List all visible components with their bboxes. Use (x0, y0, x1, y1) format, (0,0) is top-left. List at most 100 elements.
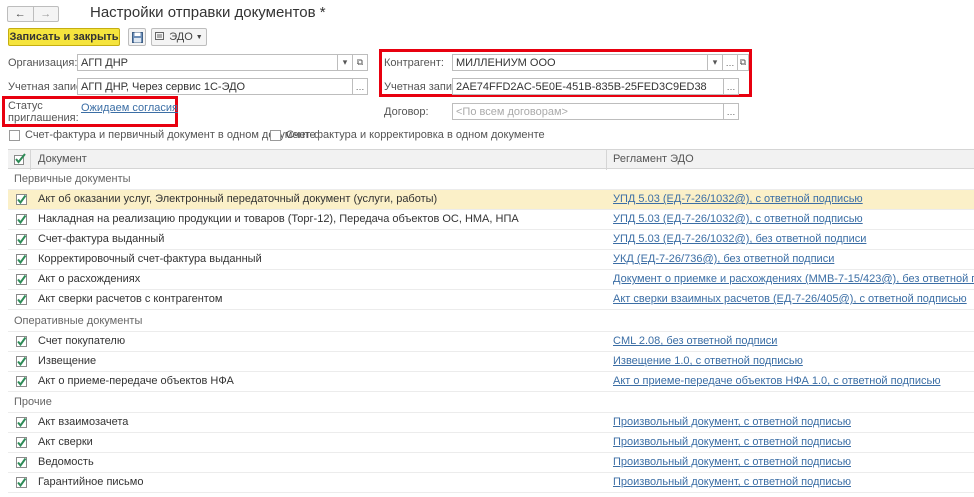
counterparty-dropdown-button[interactable]: ▾ (707, 54, 723, 71)
regulation-link[interactable]: Акт о приеме-передаче объектов НФА 1.0, … (613, 375, 940, 387)
checkbox-checked-icon[interactable] (16, 437, 27, 448)
checkbox-checked-icon[interactable] (16, 336, 27, 347)
table-row[interactable]: Извещение Извещение 1.0, с ответной подп… (8, 352, 974, 372)
invoice-primary-checkbox[interactable] (9, 129, 20, 141)
contract-select-button[interactable]: … (723, 103, 739, 120)
document-name: Гарантийное письмо (38, 476, 144, 488)
checkbox-checked-icon[interactable] (16, 457, 27, 468)
invoice-correction-label: Счет-фактура и корректировка в одном док… (286, 129, 545, 141)
document-name: Ведомость (38, 456, 94, 468)
regulation-link[interactable]: УПД 5.03 (ЕД-7-26/1032@), без ответной п… (613, 233, 866, 245)
open-link-icon: ⧉ (739, 57, 747, 67)
cp-account-select-button[interactable]: … (723, 78, 739, 95)
save-button[interactable] (128, 28, 146, 46)
document-name: Извещение (38, 355, 97, 367)
invoice-correction-option[interactable]: Счет-фактура и корректировка в одном док… (270, 129, 545, 141)
status-link[interactable]: Ожидаем согласия (81, 102, 178, 114)
regulation-link[interactable]: Произвольный документ, с ответной подпис… (613, 416, 851, 428)
table-row[interactable]: Акт сверки Произвольный документ, с отве… (8, 433, 974, 453)
table-row[interactable]: Акт о расхождениях Документ о приемке и … (8, 270, 974, 290)
column-document[interactable]: Документ (38, 153, 87, 165)
group-other-label: Прочие (14, 396, 52, 408)
document-name: Корректировочный счет-фактура выданный (38, 253, 262, 265)
dropdown-arrow-icon: ▼ (195, 33, 203, 41)
edo-menu-button[interactable]: ЭДО ▼ (151, 28, 207, 46)
document-name: Акт взаимозачета (38, 416, 129, 428)
regulation-link[interactable]: CML 2.08, без ответной подписи (613, 335, 777, 347)
table-row[interactable]: Акт сверки расчетов с контрагентом Акт с… (8, 290, 974, 310)
regulation-link[interactable]: УПД 5.03 (ЕД-7-26/1032@), с ответной под… (613, 193, 863, 205)
dropdown-arrow-icon: ▾ (342, 57, 348, 67)
account-select-button[interactable]: … (352, 78, 368, 95)
edo-icon (155, 32, 165, 40)
account-field[interactable]: АГП ДНР, Через сервис 1С-ЭДО (77, 78, 353, 95)
back-button[interactable]: ← (8, 7, 33, 21)
regulation-link[interactable]: УПД 5.03 (ЕД-7-26/1032@), с ответной под… (613, 213, 863, 225)
regulation-link[interactable]: УКД (ЕД-7-26/736@), без ответной подписи (613, 253, 834, 265)
table-row[interactable]: Счет покупателю CML 2.08, без ответной п… (8, 332, 974, 352)
ellipsis-icon: … (355, 81, 365, 92)
group-primary-label: Первичные документы (14, 173, 131, 185)
forward-button[interactable]: → (32, 7, 59, 21)
contract-label: Договор: (384, 106, 429, 118)
checkbox-checked-icon[interactable] (16, 234, 27, 245)
org-field[interactable]: АГП ДНР (77, 54, 338, 71)
group-operative-label: Оперативные документы (14, 315, 143, 327)
org-label: Организация: (8, 57, 78, 69)
checkbox-checked-icon[interactable] (16, 254, 27, 265)
table-row[interactable]: Накладная на реализацию продукции и това… (8, 210, 974, 230)
contract-field[interactable]: <По всем договорам> (452, 103, 724, 120)
checkbox-checked-icon[interactable] (16, 294, 27, 305)
counterparty-open-button[interactable]: ⧉ (737, 54, 749, 71)
column-regulation[interactable]: Регламент ЭДО (613, 153, 694, 165)
table-header: Документ Регламент ЭДО (8, 149, 974, 170)
counterparty-select-button[interactable]: … (722, 54, 738, 71)
checkbox-checked-icon[interactable] (16, 477, 27, 488)
document-name: Счет-фактура выданный (38, 233, 165, 245)
document-name: Акт сверки (38, 436, 93, 448)
status-label: Статус приглашения: (8, 100, 79, 124)
ellipsis-icon: … (725, 57, 735, 68)
checkbox-checked-icon[interactable] (16, 376, 27, 387)
document-name: Акт о расхождениях (38, 273, 141, 285)
regulation-link[interactable]: Акт сверки взаимных расчетов (ЕД-7-26/40… (613, 293, 967, 305)
checkbox-checked-icon[interactable] (16, 194, 27, 205)
org-dropdown-button[interactable]: ▾ (337, 54, 353, 71)
table-row[interactable]: Акт об оказании услуг, Электронный перед… (8, 190, 974, 210)
dropdown-arrow-icon: ▾ (712, 57, 718, 67)
table-row[interactable]: Ведомость Произвольный документ, с ответ… (8, 453, 974, 473)
save-and-close-button[interactable]: Записать и закрыть (8, 28, 120, 46)
table-row[interactable]: Акт о приеме-передаче объектов НФА Акт о… (8, 372, 974, 392)
checkbox-checked-icon[interactable] (16, 417, 27, 428)
checkbox-checked-icon[interactable] (16, 214, 27, 225)
checkbox-checked-icon[interactable] (16, 274, 27, 285)
regulation-link[interactable]: Произвольный документ, с ответной подпис… (613, 436, 851, 448)
checkbox-checked-icon[interactable] (16, 356, 27, 367)
counterparty-label: Контрагент: (384, 57, 444, 69)
check-all-icon[interactable] (14, 153, 26, 168)
arrow-left-icon: ← (14, 8, 26, 20)
table-row[interactable]: Акт взаимозачета Произвольный документ, … (8, 413, 974, 433)
regulation-link[interactable]: Произвольный документ, с ответной подпис… (613, 456, 851, 468)
ellipsis-icon: … (726, 81, 736, 92)
regulation-link[interactable]: Документ о приемке и расхождениях (ММВ-7… (613, 273, 974, 285)
group-operative: Оперативные документы (8, 312, 974, 332)
table-row[interactable]: Счет-фактура выданный УПД 5.03 (ЕД-7-26/… (8, 230, 974, 250)
counterparty-field[interactable]: МИЛЛЕНИУМ ООО (452, 54, 708, 71)
table-row[interactable]: Корректировочный счет-фактура выданный У… (8, 250, 974, 270)
open-link-icon: ⧉ (356, 57, 364, 67)
table-row[interactable]: Гарантийное письмо Произвольный документ… (8, 473, 974, 493)
cp-account-field[interactable]: 2AE74FFD2AC-5E0E-451B-835B-25FED3C9ED38 (452, 78, 724, 95)
document-name: Накладная на реализацию продукции и това… (38, 213, 519, 225)
invoice-correction-checkbox[interactable] (270, 129, 281, 141)
group-other: Прочие (8, 393, 974, 413)
nav-buttons: ← → (7, 6, 59, 22)
document-name: Счет покупателю (38, 335, 126, 347)
regulation-link[interactable]: Произвольный документ, с ответной подпис… (613, 476, 851, 488)
arrow-right-icon: → (40, 8, 52, 20)
group-primary: Первичные документы (8, 170, 974, 190)
document-name: Акт об оказании услуг, Электронный перед… (38, 193, 438, 205)
status-label-line2: приглашения: (8, 112, 79, 124)
org-open-button[interactable]: ⧉ (352, 54, 368, 71)
regulation-link[interactable]: Извещение 1.0, с ответной подписью (613, 355, 803, 367)
